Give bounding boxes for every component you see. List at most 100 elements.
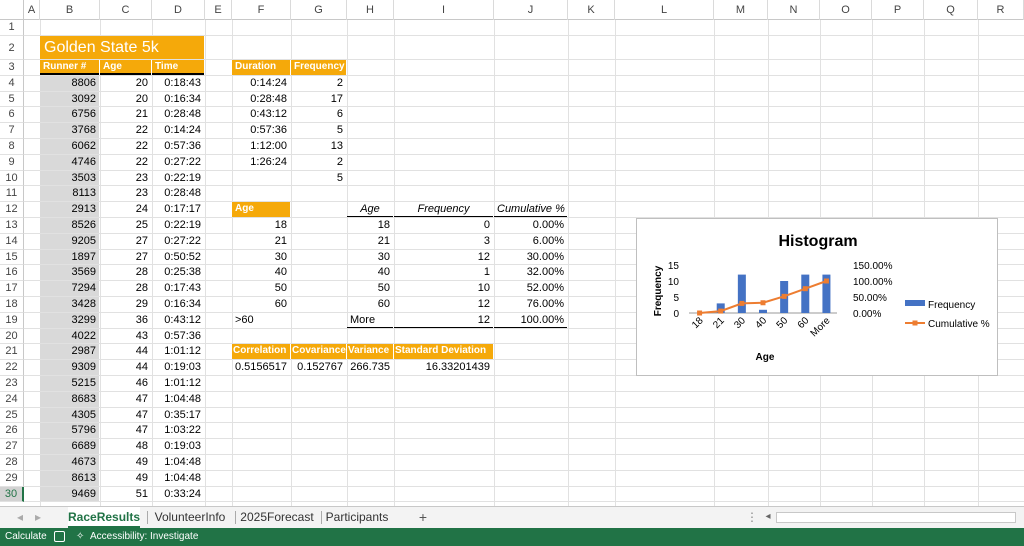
stats-value-3[interactable]: 16.33201439 [394, 360, 493, 375]
race-time-cell[interactable]: 1:03:22 [152, 423, 204, 438]
race-time-cell[interactable]: 0:57:36 [152, 139, 204, 154]
race-age-cell[interactable]: 24 [100, 202, 151, 217]
stats-header-0[interactable]: Correlation [232, 344, 290, 360]
race-age-cell[interactable]: 29 [100, 297, 151, 312]
race-runner-cell[interactable]: 1897 [40, 249, 99, 265]
row-header-21[interactable]: 21 [0, 344, 24, 361]
histogram-frequency-cell[interactable]: 3 [394, 234, 493, 249]
race-runner-cell[interactable]: 7294 [40, 281, 99, 296]
histogram-cumulative-cell[interactable]: 76.00% [494, 297, 567, 312]
histogram-header-0[interactable]: Age [347, 202, 393, 217]
race-time-cell[interactable]: 0:27:22 [152, 155, 204, 170]
race-runner-cell[interactable]: 8113 [40, 186, 99, 202]
age-bin-cell[interactable]: 18 [232, 218, 290, 233]
age-bin-cell[interactable]: 21 [232, 234, 290, 249]
race-time-cell[interactable]: 0:27:22 [152, 234, 204, 249]
duration-frequency-header[interactable]: Frequency [291, 60, 346, 75]
race-time-cell[interactable]: 0:17:17 [152, 202, 204, 217]
sheet-tab-volunteerinfo[interactable]: VolunteerInfo [148, 507, 232, 528]
row-header-6[interactable]: 6 [0, 107, 24, 124]
race-runner-cell[interactable]: 9205 [40, 233, 99, 249]
scroll-tabs-right-icon[interactable]: ▸ [32, 507, 44, 528]
column-header-l[interactable]: L [615, 0, 714, 20]
race-runner-cell[interactable]: 6062 [40, 139, 99, 154]
row-header-14[interactable]: 14 [0, 233, 24, 250]
row-header-24[interactable]: 24 [0, 391, 24, 408]
race-time-cell[interactable]: 0:22:19 [152, 218, 204, 233]
race-time-cell[interactable]: 0:28:48 [152, 186, 204, 201]
race-runner-cell[interactable]: 3569 [40, 265, 99, 281]
duration-frequency-cell[interactable]: 2 [291, 76, 346, 91]
tab-split-handle-icon[interactable]: ⋮ [746, 507, 758, 528]
histogram-age-cell[interactable]: More [347, 313, 393, 328]
histogram-frequency-cell[interactable]: 1 [394, 265, 493, 280]
stats-header-2[interactable]: Variance [347, 344, 393, 360]
column-header-e[interactable]: E [205, 0, 232, 20]
macro-record-icon[interactable] [54, 531, 65, 542]
duration-frequency-cell[interactable]: 5 [291, 123, 346, 138]
race-runner-cell[interactable]: 2987 [40, 344, 99, 360]
histogram-frequency-cell[interactable]: 0 [394, 218, 493, 233]
race-time-cell[interactable]: 1:01:12 [152, 344, 204, 359]
race-time-cell[interactable]: 0:19:03 [152, 360, 204, 375]
age-bins-header[interactable]: Age [232, 202, 290, 217]
race-time-cell[interactable]: 1:01:12 [152, 376, 204, 391]
race-time-cell[interactable]: 0:18:43 [152, 76, 204, 91]
scroll-tabs-left-icon[interactable]: ◂ [14, 507, 26, 528]
race-runner-cell[interactable]: 6689 [40, 439, 99, 454]
race-age-cell[interactable]: 25 [100, 218, 151, 233]
race-age-cell[interactable]: 51 [100, 487, 151, 502]
column-header-d[interactable]: D [152, 0, 205, 20]
column-header-n[interactable]: N [768, 0, 820, 20]
histogram-age-cell[interactable]: 21 [347, 234, 393, 249]
column-header-j[interactable]: J [494, 0, 568, 20]
race-time-cell[interactable]: 0:50:52 [152, 250, 204, 265]
race-age-cell[interactable]: 36 [100, 313, 151, 328]
histogram-age-cell[interactable]: 50 [347, 281, 393, 296]
row-header-11[interactable]: 11 [0, 186, 24, 203]
race-runner-cell[interactable]: 4673 [40, 455, 99, 470]
age-bin-cell[interactable]: 60 [232, 297, 290, 312]
row-header-17[interactable]: 17 [0, 281, 24, 297]
row-header-23[interactable]: 23 [0, 376, 24, 392]
race-runner-cell[interactable]: 5796 [40, 423, 99, 439]
sheet-tab-raceresults[interactable]: RaceResults [68, 507, 140, 528]
histogram-cumulative-cell[interactable]: 6.00% [494, 234, 567, 249]
accessibility-status[interactable]: Accessibility: Investigate [90, 528, 198, 546]
race-runner-cell[interactable]: 9309 [40, 360, 99, 375]
race-age-cell[interactable]: 27 [100, 234, 151, 249]
race-time-cell[interactable]: 1:04:48 [152, 471, 204, 486]
row-header-2[interactable]: 2 [0, 36, 24, 60]
race-runner-cell[interactable]: 8683 [40, 391, 99, 407]
race-runner-cell[interactable]: 3428 [40, 297, 99, 312]
duration-bin-cell[interactable]: 1:12:00 [232, 139, 290, 154]
column-header-q[interactable]: Q [924, 0, 978, 20]
row-header-22[interactable]: 22 [0, 360, 24, 376]
race-runner-cell[interactable]: 3299 [40, 312, 99, 328]
race-time-cell[interactable]: 0:33:24 [152, 487, 204, 502]
histogram-frequency-cell[interactable]: 12 [394, 250, 493, 265]
race-time-cell[interactable]: 0:16:34 [152, 297, 204, 312]
row-header-13[interactable]: 13 [0, 218, 24, 234]
histogram-cumulative-cell[interactable]: 30.00% [494, 250, 567, 265]
row-header-12[interactable]: 12 [0, 202, 24, 218]
race-age-cell[interactable]: 20 [100, 76, 151, 91]
add-sheet-button[interactable]: + [414, 507, 432, 528]
race-time-cell[interactable]: 0:17:43 [152, 281, 204, 296]
histogram-frequency-cell[interactable]: 10 [394, 281, 493, 296]
stats-value-0[interactable]: 0.5156517 [232, 360, 290, 375]
race-runner-cell[interactable]: 4746 [40, 154, 99, 170]
race-age-cell[interactable]: 49 [100, 471, 151, 486]
race-age-cell[interactable]: 47 [100, 408, 151, 423]
row-header-7[interactable]: 7 [0, 123, 24, 139]
race-time-cell[interactable]: 0:16:34 [152, 92, 204, 107]
row-header-30[interactable]: 30 [0, 486, 24, 503]
row-header-10[interactable]: 10 [0, 170, 24, 187]
stats-value-1[interactable]: 0.152767 [291, 360, 346, 375]
column-header-c[interactable]: C [100, 0, 152, 20]
duration-frequency-cell[interactable]: 5 [291, 171, 346, 186]
duration-frequency-cell[interactable]: 17 [291, 92, 346, 107]
histogram-age-cell[interactable]: 40 [347, 265, 393, 280]
race-time-cell[interactable]: 0:25:38 [152, 265, 204, 280]
row-header-4[interactable]: 4 [0, 75, 24, 92]
